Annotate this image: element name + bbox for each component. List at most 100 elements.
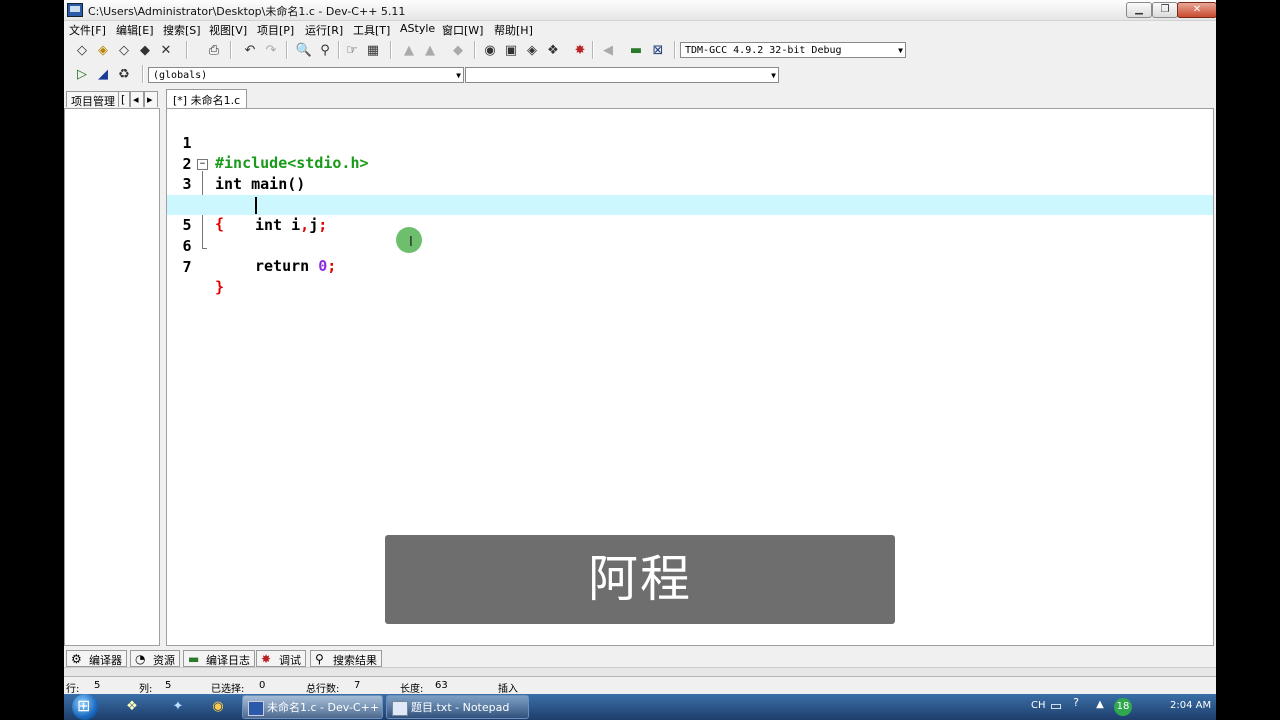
menu-tools[interactable]: 工具[T] — [353, 22, 390, 38]
find-icon[interactable]: 🔍 — [296, 42, 312, 58]
status-row-label: 行: — [66, 684, 80, 694]
replace-icon[interactable]: ⚲ — [317, 42, 333, 58]
code-line: 6 return 0; — [167, 216, 1213, 275]
status-len-label: 长度: — [400, 684, 424, 694]
function-select[interactable]: ▼ — [465, 67, 779, 83]
status-sel-value: 0 — [259, 680, 266, 691]
chevron-down-icon: ▼ — [898, 46, 903, 55]
start-button[interactable] — [72, 694, 98, 720]
indent-icon[interactable]: ♻ — [116, 66, 132, 82]
goto-function-icon[interactable]: ▦ — [365, 42, 381, 58]
menu-view[interactable]: 视图[V] — [209, 22, 247, 38]
menu-run[interactable]: 运行[R] — [305, 22, 343, 38]
resources-icon: ◔ — [135, 652, 146, 666]
status-col-label: 列: — [139, 684, 153, 694]
tab-search-results[interactable]: ⚲ 搜索结果 — [310, 650, 382, 667]
taskbar-notepad-button[interactable]: 题目.txt - Notepad — [386, 695, 529, 719]
splitter-bar[interactable] — [64, 667, 1216, 676]
tab-next-button[interactable]: ▸ — [144, 91, 158, 107]
devcpp-app-icon — [248, 701, 264, 716]
pinned-app-icon[interactable]: ❖ — [124, 699, 140, 715]
remove-from-project-icon[interactable]: ◆ — [450, 42, 466, 58]
devcpp-app-icon[interactable] — [67, 3, 83, 17]
menu-window[interactable]: 窗口[W] — [442, 22, 483, 38]
status-row-value: 5 — [94, 680, 101, 691]
profile-icon[interactable]: ◀ — [600, 42, 616, 58]
undo-icon[interactable]: ↶ — [242, 42, 258, 58]
menu-project[interactable]: 项目[P] — [257, 22, 294, 38]
input-language[interactable]: CH — [1031, 700, 1046, 711]
line-number: 7 — [182, 258, 192, 276]
status-col-value: 5 — [165, 680, 172, 691]
tab-project-manager[interactable]: 项目管理 — [66, 91, 120, 108]
menu-edit[interactable]: 编辑[E] — [116, 22, 154, 38]
new-project-icon[interactable]: ▲ — [401, 42, 417, 58]
code-text: return 0; — [255, 257, 337, 275]
search-icon: ⚲ — [315, 652, 324, 666]
status-sel-label: 已选择: — [211, 684, 245, 694]
status-lines-value: 7 — [354, 680, 361, 691]
code-line: 3 − { — [167, 154, 1213, 233]
close-button[interactable]: ✕ — [1177, 2, 1216, 18]
save-icon[interactable]: ◇ — [116, 42, 132, 58]
print-icon[interactable]: ⎙ — [206, 42, 222, 58]
text-caret — [255, 197, 257, 214]
left-panel-tabs: 项目管理 [ ◂ ▸ — [64, 89, 160, 109]
tray-expand-icon[interactable]: ▲ — [1092, 699, 1108, 715]
new-file-icon[interactable]: ◇ — [74, 42, 90, 58]
chevron-down-icon: ▼ — [771, 71, 776, 80]
watermark-caption: 阿程 — [385, 535, 895, 624]
close-file-icon[interactable]: ✕ — [158, 42, 174, 58]
bookmark-icon[interactable]: ◢ — [95, 66, 111, 82]
fold-collapse-icon[interactable]: − — [197, 159, 208, 170]
maximize-button[interactable]: ❐ — [1152, 2, 1178, 18]
window-title: C:\Users\Administrator\Desktop\未命名1.c - … — [88, 5, 406, 18]
check-syntax-icon[interactable]: ▬ — [628, 42, 644, 58]
taskbar-devcpp-button[interactable]: 未命名1.c - Dev-C++ — [242, 695, 383, 719]
tab-debug[interactable]: ✸ 调试 — [256, 650, 306, 667]
title-bar[interactable]: C:\Users\Administrator\Desktop\未命名1.c - … — [64, 0, 1216, 21]
taskbar: ❖ ✦ ◉ 未命名1.c - Dev-C++ 题目.txt - Notepad … — [64, 694, 1216, 720]
tab-prev-button[interactable]: ◂ — [130, 91, 144, 107]
chrome-icon[interactable]: ◉ — [210, 699, 226, 715]
redo-icon[interactable]: ↷ — [263, 42, 279, 58]
debug-icon[interactable]: ✸ — [572, 42, 588, 58]
compile-icon[interactable]: ◉ — [482, 42, 498, 58]
mouse-cursor-icon: I — [409, 235, 413, 250]
menu-bar: 文件[F] 编辑[E] 搜索[S] 视图[V] 项目[P] 运行[R] 工具[T… — [64, 20, 1216, 38]
main-toolbar: ◇ ◈ ◇ ◆ ✕ ⎙ ↶ ↷ 🔍 ⚲ ☞ ▦ ▲ ▲ ◆ ◉ ▣ ◈ ❖ ✸ … — [64, 38, 1216, 62]
code-line: 7 } — [167, 237, 1213, 296]
scope-select-value: (globals) — [153, 70, 208, 81]
clock[interactable]: 2:04 AM — [1170, 700, 1211, 711]
add-to-project-icon[interactable]: ▲ — [422, 42, 438, 58]
open-file-icon[interactable]: ◈ — [95, 42, 111, 58]
tab-compile-log[interactable]: ▬ 编译日志 — [183, 650, 255, 667]
menu-astyle[interactable]: AStyle — [400, 22, 435, 35]
save-all-icon[interactable]: ◆ — [137, 42, 153, 58]
minimize-button[interactable]: ▁ — [1126, 2, 1152, 18]
menu-file[interactable]: 文件[F] — [69, 22, 106, 38]
tab-class-browser[interactable]: [ — [118, 91, 130, 107]
goto-line-icon[interactable]: ☞ — [344, 42, 360, 58]
menu-search[interactable]: 搜索[S] — [163, 22, 201, 38]
rebuild-icon[interactable]: ❖ — [545, 42, 561, 58]
log-icon: ▬ — [188, 652, 200, 666]
help-icon[interactable]: ? — [1068, 696, 1084, 712]
tab-untitled1[interactable]: [*] 未命名1.c — [166, 89, 248, 109]
status-lines-label: 总行数: — [306, 684, 340, 694]
close-window-icon[interactable]: ⊠ — [650, 42, 666, 58]
tray-badge[interactable]: 18 — [1114, 698, 1132, 716]
compiler-select[interactable]: TDM-GCC 4.9.2 32-bit Debug ▼ — [680, 42, 906, 58]
chevron-down-icon: ▼ — [456, 71, 461, 80]
project-panel[interactable] — [64, 108, 160, 646]
tab-compiler[interactable]: ⚙ 编译器 — [66, 650, 127, 667]
pinned-app-icon[interactable]: ✦ — [170, 699, 186, 715]
code-line-active: 5 — [167, 195, 1213, 234]
play-icon[interactable]: ▷ — [74, 66, 90, 82]
tab-resources[interactable]: ◔ 资源 — [130, 650, 180, 667]
compile-run-icon[interactable]: ◈ — [524, 42, 540, 58]
scope-select[interactable]: (globals) ▼ — [148, 67, 464, 83]
menu-help[interactable]: 帮助[H] — [494, 22, 533, 38]
run-icon[interactable]: ▣ — [503, 42, 519, 58]
keyboard-icon[interactable]: ▭ — [1048, 699, 1064, 715]
